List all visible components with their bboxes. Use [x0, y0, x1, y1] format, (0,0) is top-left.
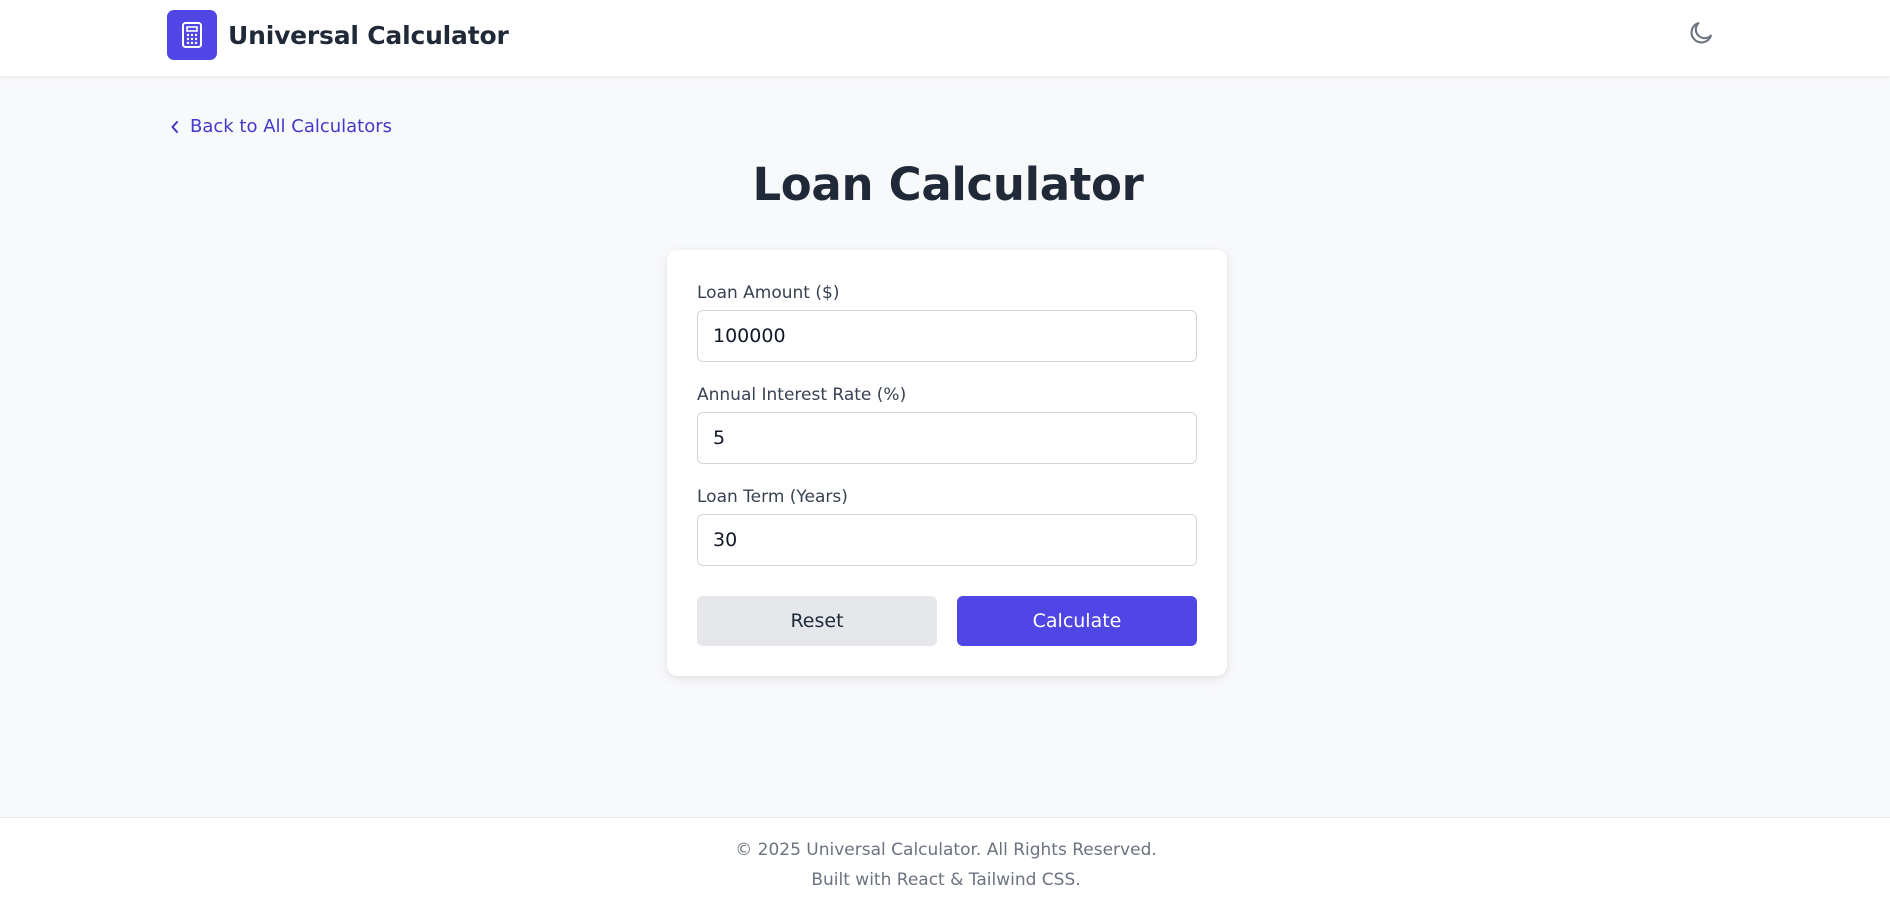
calculator-icon [167, 10, 217, 60]
page-title: Loan Calculator [752, 158, 1144, 211]
loan-term-label: Loan Term (Years) [697, 487, 848, 507]
back-link-label: Back to All Calculators [190, 116, 393, 137]
loan-amount-label: Loan Amount ($) [697, 283, 840, 303]
back-to-calculators-link[interactable]: Back to All Calculators [170, 116, 392, 137]
calculate-button[interactable]: Calculate [957, 596, 1197, 646]
footer-copyright: © 2025 Universal Calculator. All Rights … [735, 840, 1157, 860]
footer-built-with: Built with React & Tailwind CSS. [811, 870, 1081, 890]
loan-calculator-form: Loan Amount ($) Annual Interest Rate (%)… [667, 250, 1227, 676]
interest-rate-label: Annual Interest Rate (%) [697, 385, 907, 405]
reset-button[interactable]: Reset [697, 596, 937, 646]
app-footer: © 2025 Universal Calculator. All Rights … [0, 817, 1890, 907]
app-header: Universal Calculator [0, 0, 1890, 76]
brand[interactable]: Universal Calculator [167, 10, 509, 60]
loan-amount-input[interactable] [697, 310, 1197, 362]
chevron-left-icon [170, 120, 180, 134]
theme-toggle-button[interactable] [1686, 20, 1716, 50]
loan-term-input[interactable] [697, 514, 1197, 566]
moon-icon [1687, 19, 1715, 51]
brand-name: Universal Calculator [228, 20, 509, 50]
interest-rate-input[interactable] [697, 412, 1197, 464]
